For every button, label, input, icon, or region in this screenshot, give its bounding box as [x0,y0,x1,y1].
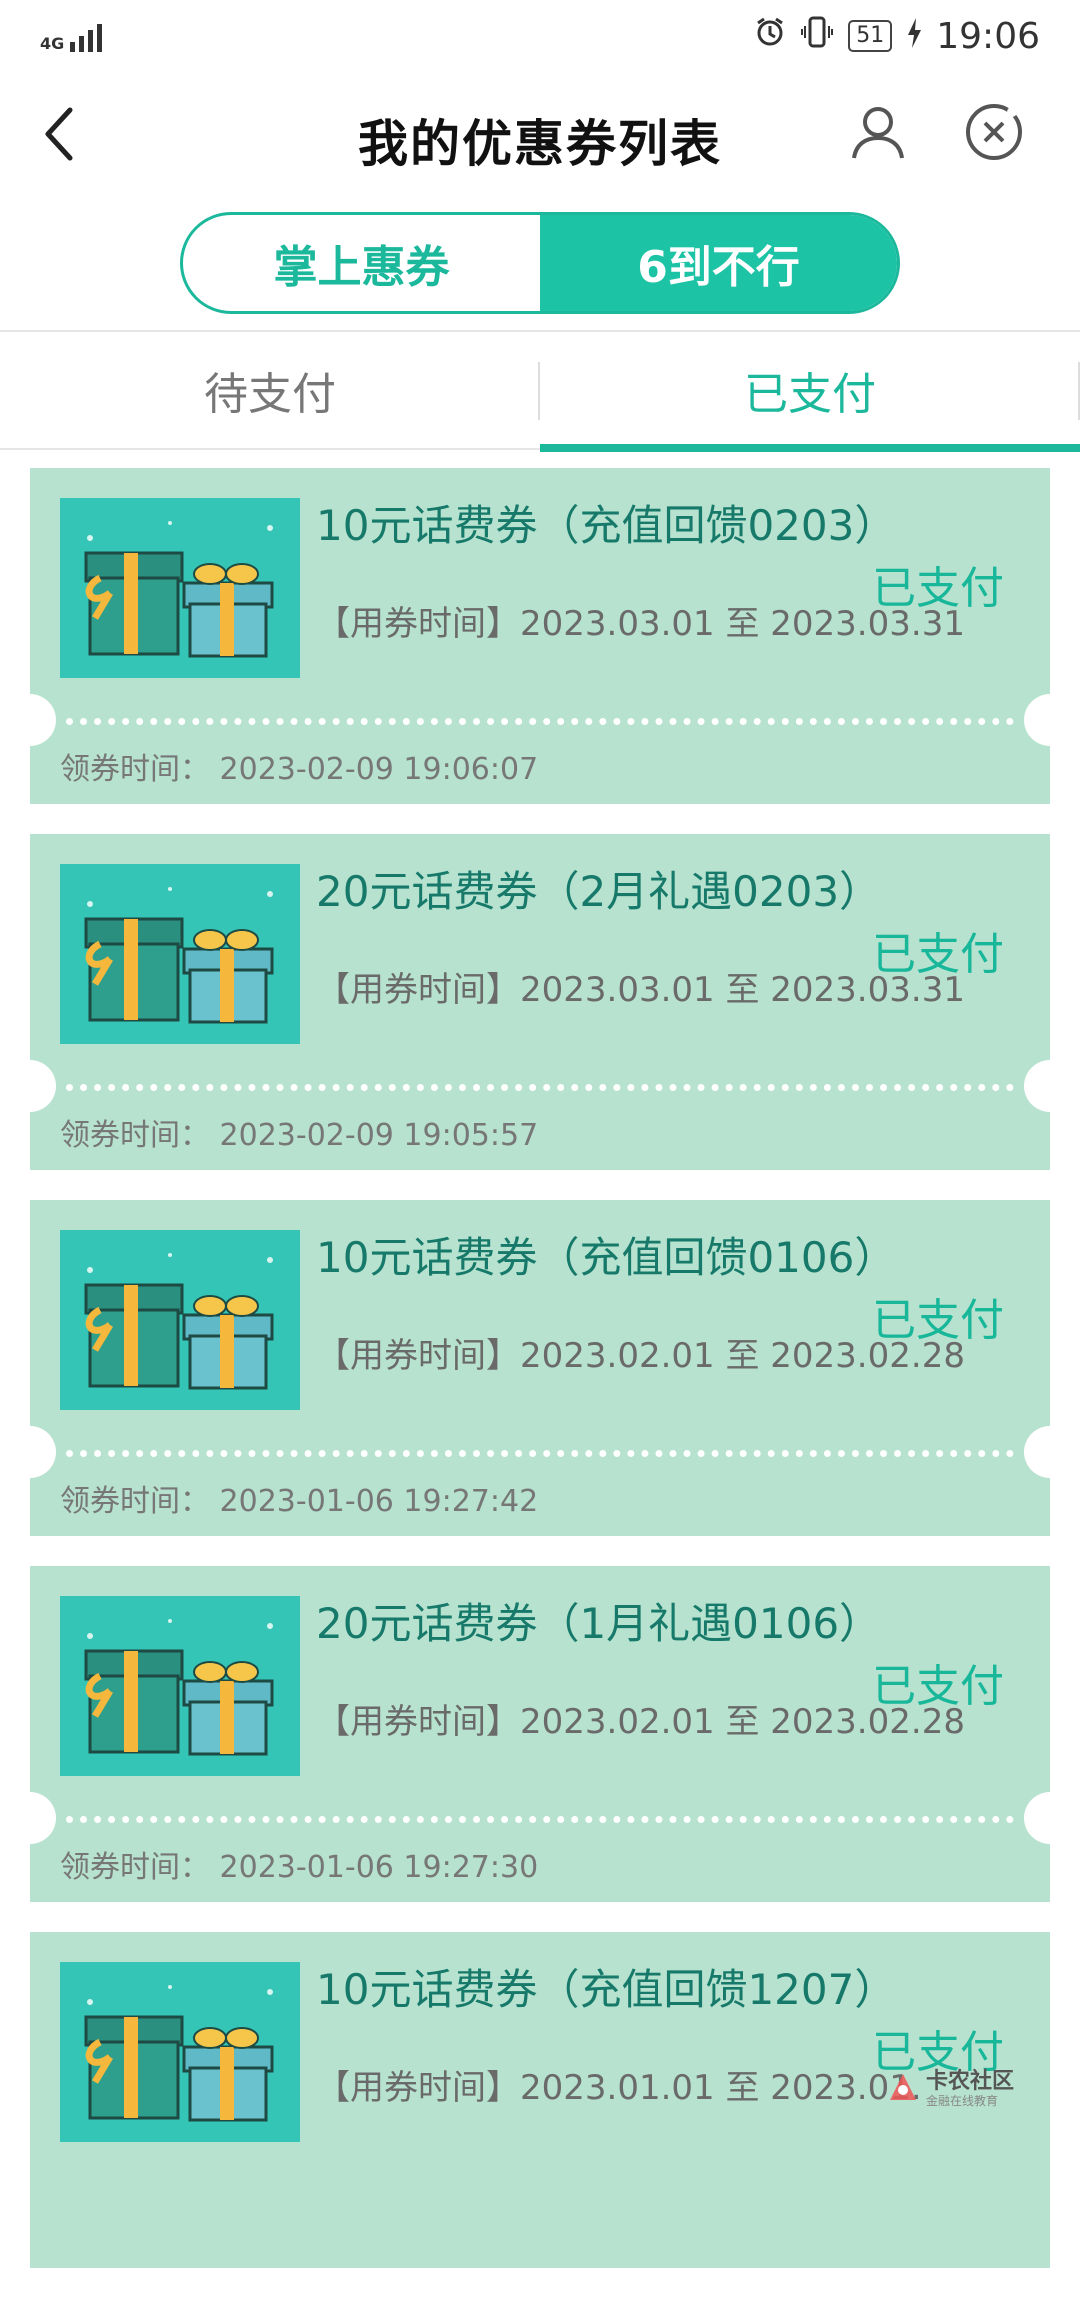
status-tabs: 待支付 已支付 [0,330,1080,452]
coupon-list: 10元话费券（充值回馈0203） 已支付 【用券时间】2023.03.01 至 … [30,468,1050,2298]
status-bar: 4G 51 19:06 [0,0,1080,72]
close-button[interactable] [964,102,1024,166]
tab-pending[interactable]: 待支付 [0,332,540,448]
notch-right [1024,1792,1050,1844]
tab-paid[interactable]: 已支付 [540,332,1080,448]
nav-header: 我的优惠券列表 [0,72,1080,202]
coupon-title: 20元话费券（2月礼遇0203） [316,867,882,916]
notch-left [30,1426,56,1478]
coupon-title: 10元话费券（充值回馈1207） [316,1965,897,2014]
coupon-card[interactable]: 20元话费券（1月礼遇0106） 已支付 【用券时间】2023.02.01 至 … [30,1566,1050,1902]
notch-left [30,1792,56,1844]
coupon-claim-time: 领券时间： 2023-02-09 19:06:07 [60,752,539,787]
vibrate-icon [800,16,834,57]
coupon-claim-time: 领券时间： 2023-01-06 19:27:30 [60,1850,539,1885]
coupon-title: 10元话费券（充值回馈0106） [316,1233,897,1282]
segment-left[interactable]: 掌上惠券 [183,215,540,311]
coupon-card[interactable]: 10元话费券（充值回馈0203） 已支付 【用券时间】2023.03.01 至 … [30,468,1050,804]
network-type: 4G [40,34,65,53]
notch-right [1024,694,1050,746]
gift-image [60,498,300,678]
coupon-card[interactable]: 20元话费券（2月礼遇0203） 已支付 【用券时间】2023.03.01 至 … [30,834,1050,1170]
coupon-valid-dates: 【用券时间】2023.01.01 至 2023.01. [316,2068,922,2108]
coupon-title: 10元话费券（充值回馈0203） [316,501,897,550]
notch-right [1024,1060,1050,1112]
gift-image [60,1230,300,1410]
coupon-claim-time: 领券时间： 2023-02-09 19:05:57 [60,1118,539,1153]
perforation-divider [66,1816,1014,1823]
tab-underline [540,444,1080,452]
coupon-valid-dates: 【用券时间】2023.02.01 至 2023.02.28 [316,1336,965,1376]
battery-level: 51 [848,20,893,52]
coupon-title: 20元话费券（1月礼遇0106） [316,1599,882,1648]
gift-image [60,1962,300,2142]
watermark-logo-icon [886,2070,920,2108]
coupon-valid-dates: 【用券时间】2023.02.01 至 2023.02.28 [316,1702,965,1742]
notch-left [30,1060,56,1112]
perforation-divider [66,718,1014,725]
user-icon [848,107,908,166]
watermark-name: 卡农社区 [925,2069,1014,2094]
watermark-sub: 金融在线教育 [925,2094,998,2108]
signal-icon [70,20,103,52]
gift-image [60,864,300,1044]
charging-icon [906,16,922,57]
perforation-divider [66,1450,1014,1457]
coupon-valid-dates: 【用券时间】2023.03.01 至 2023.03.31 [316,604,965,644]
gift-image [60,1596,300,1776]
notch-right [1024,1426,1050,1478]
coupon-valid-dates: 【用券时间】2023.03.01 至 2023.03.31 [316,970,965,1010]
perforation-divider [66,1084,1014,1091]
coupon-claim-time: 领券时间： 2023-01-06 19:27:42 [60,1484,539,1519]
user-button[interactable] [848,102,908,166]
alarm-icon [754,16,786,57]
page-title: 我的优惠券列表 [358,115,722,173]
notch-left [30,694,56,746]
close-icon [964,104,1024,166]
watermark: 卡农社区 金融在线教育 [886,2070,1014,2108]
segment-control: 掌上惠券 6到不行 [180,212,900,314]
segment-right[interactable]: 6到不行 [540,215,897,311]
clock-time: 19:06 [936,15,1040,57]
coupon-card[interactable]: 10元话费券（充值回馈0106） 已支付 【用券时间】2023.02.01 至 … [30,1200,1050,1536]
signal-indicator: 4G [40,20,103,53]
